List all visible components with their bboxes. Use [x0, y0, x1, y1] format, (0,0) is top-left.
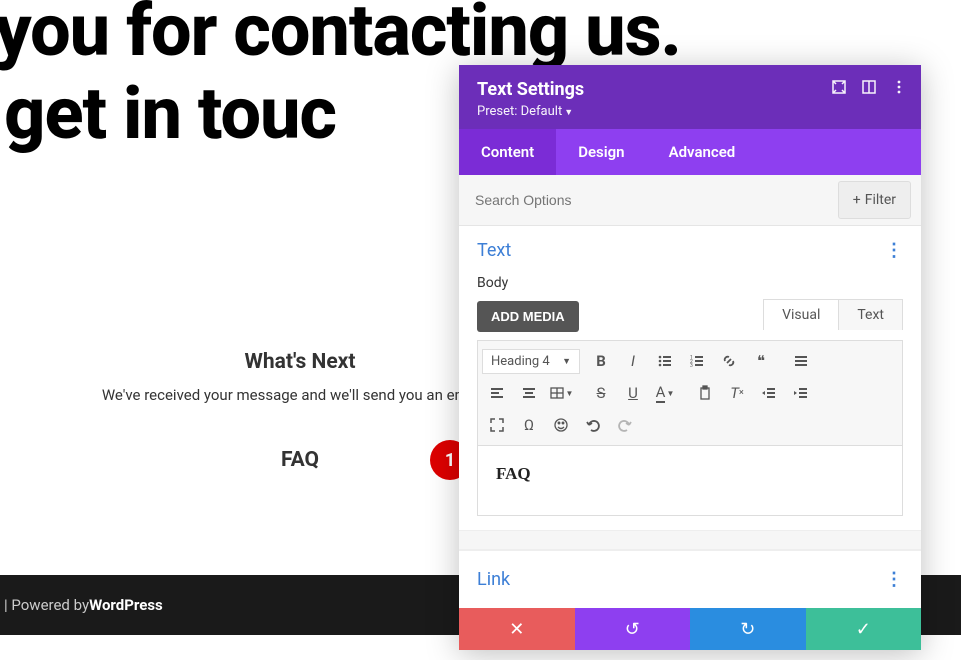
tab-design[interactable]: Design — [556, 129, 646, 175]
link-button[interactable] — [714, 347, 744, 375]
text-settings-panel: Text Settings Preset: Default▼ Content D… — [459, 65, 921, 650]
table-button[interactable]: ▼ — [546, 379, 576, 407]
panel-footer: ✕ ↺ ↻ ✓ — [459, 608, 921, 650]
underline-button[interactable]: U — [618, 379, 648, 407]
tab-advanced[interactable]: Advanced — [647, 129, 758, 175]
quote-button[interactable]: ❝ — [746, 347, 776, 375]
check-icon: ✓ — [856, 619, 871, 640]
undo-changes-button[interactable]: ↺ — [575, 608, 691, 650]
align-center-button[interactable] — [514, 379, 544, 407]
outdent-button[interactable] — [754, 379, 784, 407]
editor-tab-visual[interactable]: Visual — [764, 300, 839, 330]
heading-select[interactable]: Heading 4 ▼ — [482, 349, 580, 374]
preset-selector[interactable]: Preset: Default▼ — [477, 104, 903, 119]
link-section-title[interactable]: Link — [477, 569, 510, 590]
chevron-down-icon: ▼ — [562, 356, 571, 367]
redo-button[interactable] — [610, 411, 640, 439]
toolbar-row-2: ▼ S U A▼ T× — [482, 377, 898, 409]
text-section-head: Text ⋮ — [477, 240, 903, 261]
heading-select-label: Heading 4 — [491, 354, 550, 369]
text-section-menu-icon[interactable]: ⋮ — [885, 240, 903, 261]
marker-number: 1 — [445, 450, 455, 471]
preset-label: Preset: Default — [477, 104, 562, 119]
fullscreen-button[interactable] — [482, 411, 512, 439]
redo-changes-button[interactable]: ↻ — [690, 608, 806, 650]
align-justify-button[interactable] — [786, 347, 816, 375]
caret-down-icon: ▼ — [564, 108, 573, 118]
toolbar-row-3: Ω — [482, 409, 898, 441]
footer-brand: WordPress — [89, 596, 163, 614]
tab-content[interactable]: Content — [459, 129, 556, 175]
panel-header: Text Settings Preset: Default▼ — [459, 65, 921, 129]
link-section: Link ⋮ — [459, 550, 921, 608]
search-input[interactable] — [459, 180, 838, 220]
editor-tab-text[interactable]: Text — [839, 300, 902, 330]
title-line-1: k you for contacting us. — [0, 0, 681, 73]
more-icon[interactable] — [891, 79, 907, 95]
svg-text:3: 3 — [690, 363, 693, 369]
clear-formatting-button[interactable]: T× — [722, 379, 752, 407]
editor-toolbar: Heading 4 ▼ B I 123 ❝ ▼ — [477, 340, 903, 446]
panel-header-actions — [831, 79, 907, 95]
indent-button[interactable] — [786, 379, 816, 407]
plus-icon: + — [853, 192, 861, 208]
bold-button[interactable]: B — [586, 347, 616, 375]
add-media-row: ADD MEDIA Visual Text — [477, 301, 903, 332]
numbered-list-button[interactable]: 123 — [682, 347, 712, 375]
text-section-title[interactable]: Text — [477, 240, 511, 261]
text-section: Text ⋮ Body ADD MEDIA Visual Text Headin… — [459, 226, 921, 530]
page-background: k you for contacting us. 'll get in touc… — [0, 0, 961, 660]
expand-icon[interactable] — [831, 79, 847, 95]
filter-button[interactable]: + Filter — [838, 181, 911, 219]
align-left-button[interactable] — [482, 379, 512, 407]
editor-content[interactable]: FAQ — [477, 446, 903, 516]
search-row: + Filter — [459, 175, 921, 226]
snap-icon[interactable] — [861, 79, 877, 95]
toolbar-row-1: Heading 4 ▼ B I 123 ❝ — [482, 345, 898, 377]
bullet-list-button[interactable] — [650, 347, 680, 375]
undo-button[interactable] — [578, 411, 608, 439]
body-label: Body — [477, 275, 903, 291]
filter-label: Filter — [865, 192, 896, 208]
paste-button[interactable] — [690, 379, 720, 407]
redo-icon: ↻ — [740, 619, 755, 640]
add-media-button[interactable]: ADD MEDIA — [477, 301, 579, 332]
editor-mode-tabs: Visual Text — [763, 299, 903, 330]
cancel-button[interactable]: ✕ — [459, 608, 575, 650]
italic-button[interactable]: I — [618, 347, 648, 375]
emoji-button[interactable] — [546, 411, 576, 439]
save-button[interactable]: ✓ — [806, 608, 922, 650]
strikethrough-button[interactable]: S — [586, 379, 616, 407]
link-section-menu-icon[interactable]: ⋮ — [885, 569, 903, 590]
undo-icon: ↺ — [625, 619, 640, 640]
text-color-button[interactable]: A▼ — [650, 379, 680, 407]
panel-tabs: Content Design Advanced — [459, 129, 921, 175]
footer-prefix: | Powered by — [4, 596, 89, 614]
section-gap — [459, 530, 921, 550]
special-char-button[interactable]: Ω — [514, 411, 544, 439]
close-icon: ✕ — [509, 619, 524, 640]
